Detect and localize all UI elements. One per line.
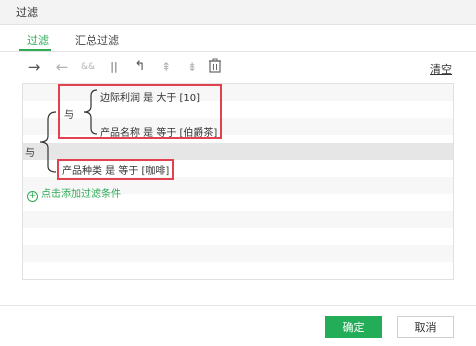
highlight-box [57, 159, 174, 180]
add-condition-label: 点击添加过滤条件 [41, 189, 121, 200]
dialog-footer: 确定 取消 [0, 305, 476, 346]
plus-circle-icon: + [27, 191, 38, 202]
condition-tree: 与 与 边际利润 是 大于 [10] 产品名称 是 等于 [伯爵茶] 产品种类 … [0, 0, 476, 345]
filter-dialog: 过滤 过滤 汇总过滤 → ← && || ↰ ⇞ ⇟ 清空 与 与 边际利润 是… [0, 0, 476, 346]
ok-button[interactable]: 确定 [325, 316, 382, 338]
cancel-button[interactable]: 取消 [397, 316, 454, 338]
highlight-box [58, 84, 222, 139]
add-condition-link[interactable]: + 点击添加过滤条件 [27, 185, 121, 202]
outer-bracket-icon [39, 111, 57, 173]
outer-logic-label[interactable]: 与 [25, 144, 35, 159]
